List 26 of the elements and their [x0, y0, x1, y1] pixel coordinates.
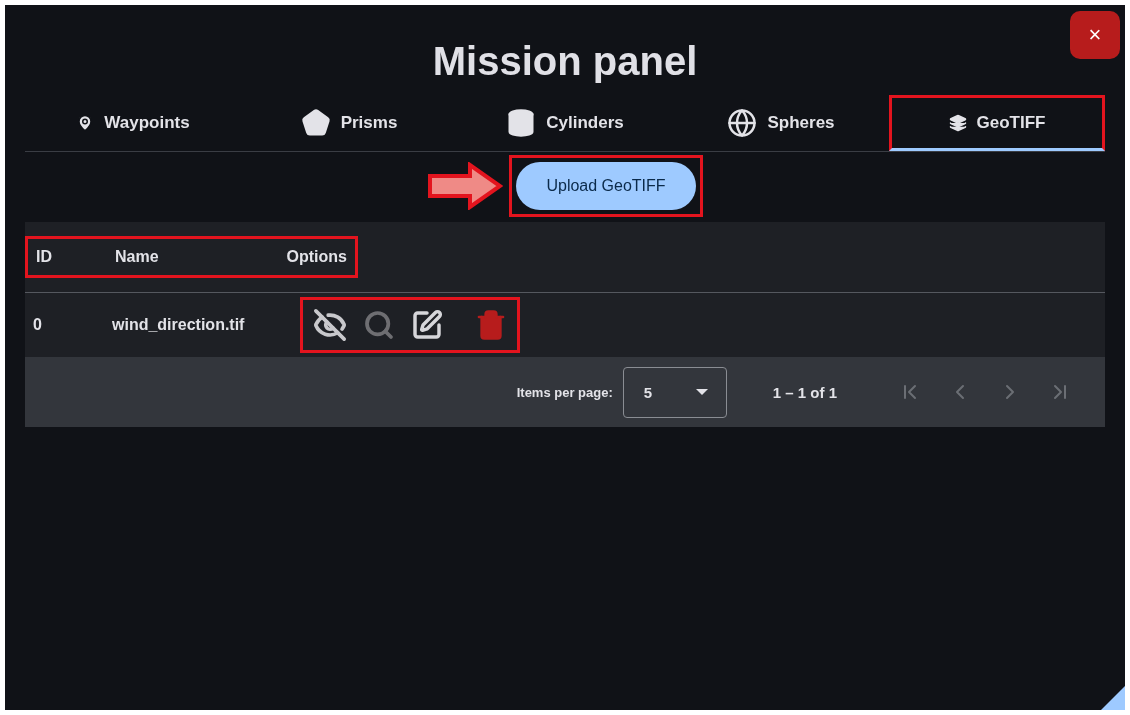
panel-title: Mission panel	[431, 39, 699, 83]
page-size-select[interactable]: 5	[622, 366, 727, 418]
search-icon[interactable]	[363, 309, 395, 341]
column-header: ID	[36, 248, 53, 266]
table-cell-text: wind_direction.tif	[112, 316, 246, 334]
trash-icon[interactable]	[475, 309, 507, 341]
resize-handle[interactable]	[1101, 686, 1125, 710]
pentagon-icon	[300, 108, 331, 138]
layers-icon	[948, 114, 967, 132]
tab[interactable]: Spheres	[673, 95, 889, 151]
close-button[interactable]: ×	[1070, 11, 1120, 59]
tab[interactable]: Prisms	[241, 95, 457, 151]
upload-button[interactable]: Upload GeoTIFF	[516, 162, 696, 210]
page-range: 1 – 1 of 1	[772, 383, 837, 401]
items-per-page-label: Items per page:	[516, 384, 613, 400]
caret-icon	[695, 389, 708, 395]
eye-off-icon[interactable]	[313, 308, 347, 342]
globe-icon	[727, 108, 758, 138]
cylinder-icon	[506, 108, 537, 138]
tab[interactable]: GeoTIFF	[889, 95, 1105, 151]
tab[interactable]: Cylinders	[457, 95, 673, 151]
column-header: Name	[115, 248, 160, 266]
column-header: Options	[285, 248, 347, 266]
edit-icon[interactable]	[411, 309, 443, 341]
tab[interactable]: Waypoints	[25, 95, 241, 151]
table-cell-text: 0	[33, 316, 43, 334]
